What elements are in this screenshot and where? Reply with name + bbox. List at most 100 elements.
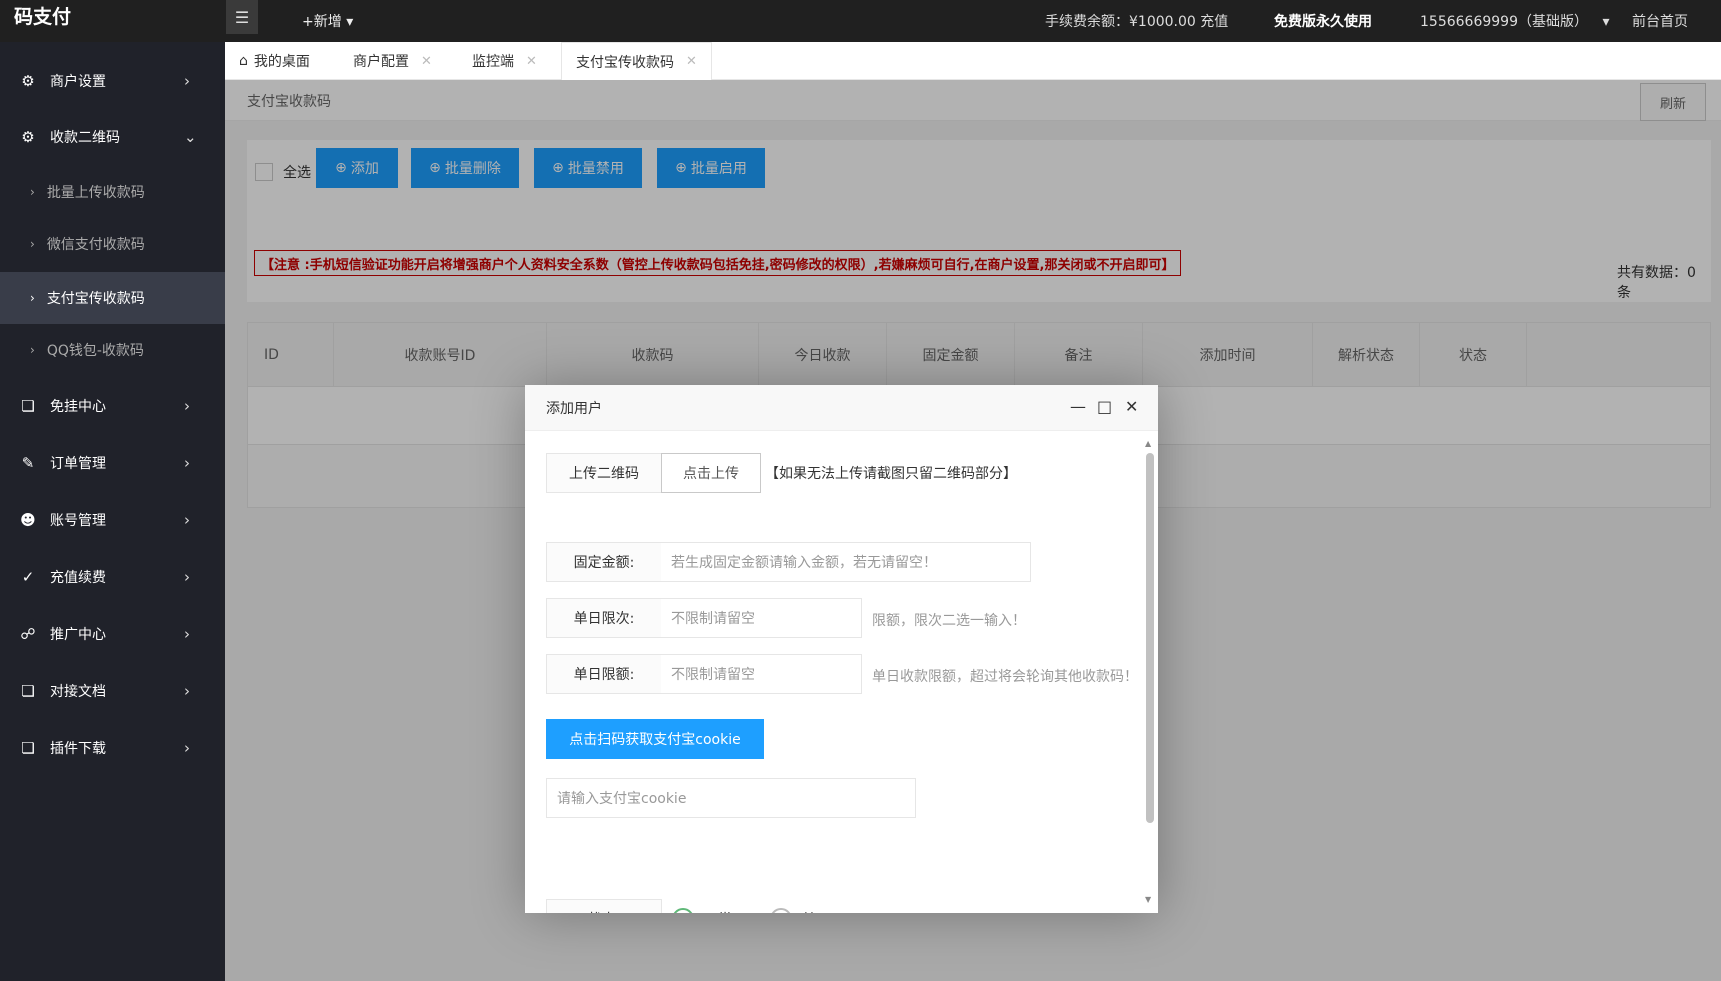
- sidebar-item-label: 商户设置: [50, 74, 106, 90]
- chevron-down-icon: ⌄: [184, 128, 197, 146]
- sidebar-subitem-label: 微信支付收款码: [46, 237, 145, 253]
- sidebar-item-recharge[interactable]: ✓ 充值续费 ›: [0, 549, 225, 605]
- tab-label: 我的桌面: [253, 54, 310, 70]
- top-bar: 码支付 ☰ +新增 ▾ 手续费余额：¥1000.00 充值 免费版永久使用 15…: [0, 0, 1721, 42]
- chevron-right-icon: ›: [184, 397, 190, 415]
- chevron-right-icon: ›: [30, 237, 35, 251]
- dialog-scrollbar[interactable]: ▲ ▼: [1144, 439, 1154, 905]
- fixed-amount-input[interactable]: 若生成固定金额请输入金额，若无请留空！: [661, 542, 1031, 582]
- free-version-badge: 免费版永久使用: [1274, 14, 1372, 30]
- sidebar-item-label: 充值续费: [50, 570, 106, 586]
- sidebar-item-label: 对接文档: [50, 684, 106, 700]
- chevron-right-icon: ›: [30, 185, 35, 199]
- sidebar-item-docs[interactable]: ❏ 对接文档 ›: [0, 663, 225, 719]
- check-icon: ✓: [21, 568, 35, 586]
- cookie-input[interactable]: 请输入支付宝cookie: [546, 778, 916, 818]
- dialog-title: 添加用户: [546, 401, 602, 417]
- chevron-right-icon: ›: [184, 72, 190, 90]
- front-home-link[interactable]: 前台首页: [1632, 11, 1688, 31]
- tab-alipay-qrcode[interactable]: 支付宝传收款码 ✕: [561, 42, 712, 80]
- sidebar-item-label: 免挂中心: [50, 399, 106, 415]
- sidebar-subitem-label: 支付宝传收款码: [46, 291, 145, 307]
- sidebar-item-plugins[interactable]: ❏ 插件下载 ›: [0, 720, 225, 776]
- sidebar-item-free-hang[interactable]: ❏ 免挂中心 ›: [0, 378, 225, 434]
- tab-home[interactable]: ⌂ 我的桌面: [239, 42, 310, 80]
- status-radio-normal[interactable]: 正常: [672, 908, 732, 913]
- sidebar-item-qrcodes[interactable]: ⚙ 收款二维码 ⌄: [0, 109, 225, 165]
- sidebar-subitem-qq[interactable]: › QQ钱包-收款码: [0, 324, 225, 376]
- status-label: 状态:: [546, 899, 662, 913]
- sidebar-subitem-alipay[interactable]: › 支付宝传收款码: [0, 272, 225, 324]
- sidebar-item-label: 账号管理: [50, 513, 106, 529]
- close-icon[interactable]: ✕: [421, 54, 432, 69]
- user-menu[interactable]: 15566669999（基础版） ▾: [1420, 11, 1609, 31]
- sidebar-subitem-label: QQ钱包-收款码: [46, 343, 144, 359]
- close-icon[interactable]: ✕: [686, 54, 697, 69]
- close-icon[interactable]: ✕: [1125, 397, 1138, 416]
- tab-monitor[interactable]: 监控端 ✕: [472, 42, 537, 80]
- chevron-right-icon: ›: [184, 511, 190, 529]
- sidebar-item-label: 插件下载: [50, 741, 106, 757]
- status-radio-disabled[interactable]: 禁用: [770, 908, 830, 913]
- chevron-right-icon: ›: [30, 343, 35, 357]
- app-logo: 码支付: [0, 0, 225, 42]
- sidebar-subitem-label: 批量上传收款码: [46, 185, 145, 201]
- upload-qrcode-label: 上传二维码: [546, 453, 662, 493]
- sidebar-item-orders[interactable]: ✎ 订单管理 ›: [0, 435, 225, 491]
- daily-times-label: 单日限次:: [546, 598, 662, 638]
- daily-times-input[interactable]: 不限制请留空: [661, 598, 862, 638]
- gear-icon: ⚙: [21, 128, 35, 146]
- upload-button[interactable]: 点击上传: [661, 453, 761, 493]
- chevron-right-icon: ›: [184, 682, 190, 700]
- daily-amount-tip: 单日收款限额，超过将会轮询其他收款码！: [872, 669, 1138, 685]
- radio-unchecked-icon: [770, 908, 792, 913]
- daily-amount-label: 单日限额:: [546, 654, 662, 694]
- caret-down-icon: ▾: [1602, 14, 1610, 30]
- minimize-icon[interactable]: —: [1070, 397, 1086, 416]
- tab-label: 商户配置: [353, 54, 409, 70]
- chevron-right-icon: ›: [184, 625, 190, 643]
- radio-checked-icon: [672, 908, 694, 913]
- sidebar-subitem-wechat[interactable]: › 微信支付收款码: [0, 218, 225, 270]
- chevron-right-icon: ›: [184, 568, 190, 586]
- edit-icon: ✎: [21, 454, 35, 472]
- cube-icon: ❏: [21, 739, 35, 757]
- scroll-thumb[interactable]: [1146, 453, 1154, 823]
- daily-amount-input[interactable]: 不限制请留空: [661, 654, 862, 694]
- dialog-body: 上传二维码 点击上传 【如果无法上传请截图只留二维码部分】 固定金额: 若生成固…: [525, 431, 1158, 913]
- cube-icon: ❏: [21, 682, 35, 700]
- dialog-header: 添加用户 — □ ✕: [525, 385, 1158, 431]
- hamburger-icon[interactable]: ☰: [226, 0, 258, 34]
- daily-times-tip: 限额，限次二选一输入！: [872, 613, 1026, 629]
- add-user-dialog: 添加用户 — □ ✕ 上传二维码 点击上传 【如果无法上传请截图只留二维码部分】…: [525, 385, 1158, 913]
- scan-cookie-button[interactable]: 点击扫码获取支付宝cookie: [546, 719, 764, 759]
- sidebar-item-promotion[interactable]: ☍ 推广中心 ›: [0, 606, 225, 662]
- sidebar-item-accounts[interactable]: ☻ 账号管理 ›: [0, 492, 225, 548]
- user-icon: ☻: [20, 511, 36, 529]
- sidebar-item-label: 推广中心: [50, 627, 106, 643]
- home-icon: ⌂: [239, 53, 248, 69]
- scroll-up-icon[interactable]: ▲: [1145, 439, 1151, 448]
- scroll-down-icon[interactable]: ▼: [1145, 895, 1151, 904]
- tab-bar: ⌂ 我的桌面 商户配置 ✕ 监控端 ✕ 支付宝传收款码 ✕: [225, 42, 1721, 80]
- tab-label: 监控端: [472, 54, 514, 70]
- sidebar-item-label: 订单管理: [50, 456, 106, 472]
- sidebar-item-label: 收款二维码: [50, 130, 120, 146]
- close-icon[interactable]: ✕: [526, 54, 537, 69]
- tab-merchant-config[interactable]: 商户配置 ✕: [353, 42, 432, 80]
- cube-icon: ❏: [21, 397, 35, 415]
- fixed-amount-label: 固定金额:: [546, 542, 662, 582]
- radio-label: 正常: [704, 909, 732, 913]
- sidebar-subitem-batch-upload[interactable]: › 批量上传收款码: [0, 166, 225, 218]
- upload-tip: 【如果无法上传请截图只留二维码部分】: [765, 466, 1017, 482]
- share-icon: ☍: [20, 625, 36, 643]
- maximize-icon[interactable]: □: [1097, 397, 1112, 416]
- caret-down-icon: ▾: [346, 14, 354, 30]
- tab-label: 支付宝传收款码: [576, 54, 674, 71]
- gear-icon: ⚙: [21, 72, 35, 90]
- add-new-menu[interactable]: +新增 ▾: [302, 11, 353, 31]
- chevron-right-icon: ›: [184, 739, 190, 757]
- sidebar-item-merchant-settings[interactable]: ⚙ 商户设置 ›: [0, 53, 225, 109]
- fee-balance[interactable]: 手续费余额：¥1000.00 充值: [1045, 11, 1228, 31]
- add-new-label: +新增: [302, 14, 342, 30]
